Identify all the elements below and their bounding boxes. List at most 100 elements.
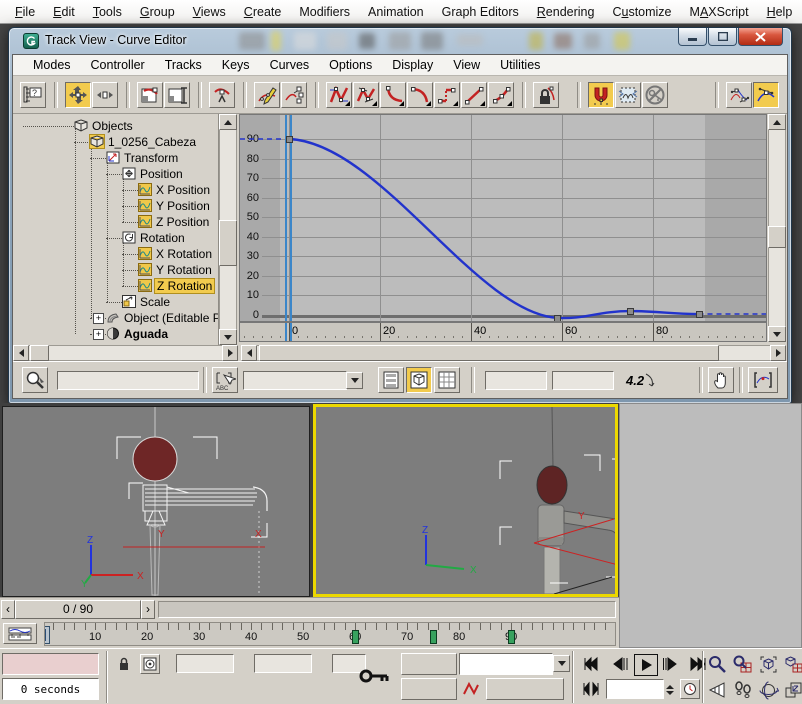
- scrollbar-arrow[interactable]: [770, 345, 786, 361]
- reduce-keys-button[interactable]: [281, 82, 307, 108]
- coordinate-x-field[interactable]: [176, 654, 234, 673]
- auto-key-button[interactable]: [401, 653, 457, 675]
- next-frame-button[interactable]: [660, 654, 682, 674]
- scrollbar-thumb[interactable]: [30, 345, 49, 361]
- main-menu-create[interactable]: Create: [235, 2, 291, 22]
- tv-menu-utilities[interactable]: Utilities: [490, 56, 550, 74]
- tree-item-object-editable-poly-[interactable]: Object (Editable Poly): [122, 310, 219, 326]
- animation-curve[interactable]: [240, 115, 767, 321]
- tree-item-aguada[interactable]: Aguada: [122, 326, 170, 342]
- pan-button[interactable]: [708, 367, 734, 393]
- tree-item-x-rotation[interactable]: X Rotation: [154, 246, 214, 262]
- curve-key[interactable]: [627, 308, 634, 315]
- main-menu-rendering[interactable]: Rendering: [528, 2, 604, 22]
- tree-item-position[interactable]: Position: [138, 166, 185, 182]
- main-menu-help[interactable]: Help: [758, 2, 802, 22]
- time-cursor-line[interactable]: [285, 323, 287, 341]
- go-to-end-button[interactable]: [686, 654, 708, 674]
- trackbar-key[interactable]: [352, 630, 359, 644]
- tree-item-y-rotation[interactable]: Y Rotation: [154, 262, 214, 278]
- graph-time-ruler[interactable]: 020406080: [239, 322, 767, 342]
- main-menu-graph-editors[interactable]: Graph Editors: [433, 2, 528, 22]
- param-out-of-range-button[interactable]: [615, 82, 641, 108]
- maximize-viewport-button[interactable]: [782, 679, 802, 702]
- walk-viewport-button[interactable]: [731, 679, 754, 702]
- tv-menu-view[interactable]: View: [443, 56, 490, 74]
- viewport-right-shaded[interactable]: YXZX: [313, 404, 618, 597]
- tree-item-z-rotation[interactable]: Z Rotation: [154, 278, 215, 294]
- set-tangents-smooth-button[interactable]: [488, 82, 514, 108]
- tv-menu-display[interactable]: Display: [382, 56, 443, 74]
- edit-track-set-button[interactable]: ABC: [212, 367, 238, 393]
- selection-lock-toggle[interactable]: [114, 654, 134, 674]
- track-name-field[interactable]: [57, 371, 199, 390]
- previous-frame-slider-button[interactable]: ‹: [1, 600, 15, 619]
- time-configuration-button[interactable]: [680, 679, 700, 699]
- move-keys-button[interactable]: [65, 82, 91, 108]
- scrollbar-thumb[interactable]: [768, 226, 786, 248]
- curve-key[interactable]: [554, 315, 561, 322]
- play-button[interactable]: [634, 654, 658, 676]
- track-set-dropdown-arrow[interactable]: [346, 372, 363, 389]
- tree-item-objects[interactable]: Objects: [90, 118, 135, 134]
- curve-key[interactable]: [286, 136, 293, 143]
- scrollbar-arrow[interactable]: [13, 345, 29, 361]
- scrollbar-arrow[interactable]: [768, 326, 786, 342]
- tree-item-y-position[interactable]: Y Position: [154, 198, 212, 214]
- time-cursor-line[interactable]: [290, 323, 292, 341]
- main-menu-maxscript[interactable]: MAXScript: [681, 2, 758, 22]
- trackbar-time-slider-handle[interactable]: [44, 626, 50, 644]
- tree-expand-toggle[interactable]: +: [93, 329, 104, 340]
- zoom-selected-object-button[interactable]: [22, 367, 48, 393]
- scrollbar-thumb[interactable]: [259, 345, 719, 361]
- tree-item-1-0256-cabeza[interactable]: 1_0256_Cabeza: [106, 134, 198, 150]
- filter-animated-tracks-button[interactable]: [434, 367, 460, 393]
- main-menu-group[interactable]: Group: [131, 2, 184, 22]
- macro-recorder-listener[interactable]: [2, 653, 99, 675]
- scrollbar-thumb[interactable]: [219, 220, 237, 266]
- tree-item-rotation[interactable]: Rotation: [138, 230, 187, 246]
- track-view-titlebar[interactable]: Track View - Curve Editor: [9, 28, 791, 54]
- tree-item-x-position[interactable]: X Position: [154, 182, 212, 198]
- tv-menu-tracks[interactable]: Tracks: [155, 56, 212, 74]
- zoom-viewport-button[interactable]: [706, 653, 729, 676]
- tv-menu-controller[interactable]: Controller: [81, 56, 155, 74]
- tv-menu-modes[interactable]: Modes: [23, 56, 81, 74]
- key-filters-button[interactable]: [486, 678, 564, 700]
- lock-tangents-button[interactable]: [533, 82, 559, 108]
- coordinate-y-field[interactable]: [254, 654, 312, 673]
- show-selected-ranges-button[interactable]: [378, 367, 404, 393]
- tv-menu-curves[interactable]: Curves: [260, 56, 320, 74]
- scrollbar-arrow[interactable]: [241, 345, 257, 361]
- main-menu-views[interactable]: Views: [184, 2, 235, 22]
- next-frame-slider-button[interactable]: ›: [141, 600, 155, 619]
- current-frame-field[interactable]: [606, 679, 664, 699]
- filter-selected-objects-button[interactable]: [406, 367, 432, 393]
- maximize-button[interactable]: [708, 28, 737, 46]
- time-slider-display[interactable]: 0 / 90: [15, 600, 141, 619]
- close-button[interactable]: [738, 28, 783, 46]
- scrollbar-arrow[interactable]: [222, 345, 238, 361]
- slide-keys-button[interactable]: [92, 82, 118, 108]
- viewport-left-wireframe[interactable]: YXZXY: [2, 406, 310, 597]
- tv-menu-keys[interactable]: Keys: [212, 56, 260, 74]
- absolute-offset-mode-toggle[interactable]: [140, 654, 160, 674]
- minimize-button[interactable]: [678, 28, 707, 46]
- main-menu-edit[interactable]: Edit: [44, 2, 84, 22]
- tree-item-scale[interactable]: Scale: [138, 294, 172, 310]
- main-menu-tools[interactable]: Tools: [84, 2, 131, 22]
- show-keyable-button[interactable]: [642, 82, 668, 108]
- add-keys-button[interactable]: [209, 82, 235, 108]
- prev-frame-button[interactable]: [608, 654, 630, 674]
- set-tangents-fast-button[interactable]: [380, 82, 406, 108]
- zoom-all-viewport-button[interactable]: [731, 653, 754, 676]
- set-tangents-step-button[interactable]: [434, 82, 460, 108]
- key-time-field[interactable]: [485, 371, 547, 390]
- open-mini-curve-editor-button[interactable]: [3, 623, 37, 644]
- scrollbar-arrow[interactable]: [219, 114, 237, 130]
- go-to-start-button[interactable]: [580, 654, 602, 674]
- time-cursor-line[interactable]: [285, 115, 287, 321]
- set-key-mode-key-icon[interactable]: [356, 659, 394, 693]
- zoom-extents-viewport-button[interactable]: [757, 653, 780, 676]
- main-menu-animation[interactable]: Animation: [359, 2, 433, 22]
